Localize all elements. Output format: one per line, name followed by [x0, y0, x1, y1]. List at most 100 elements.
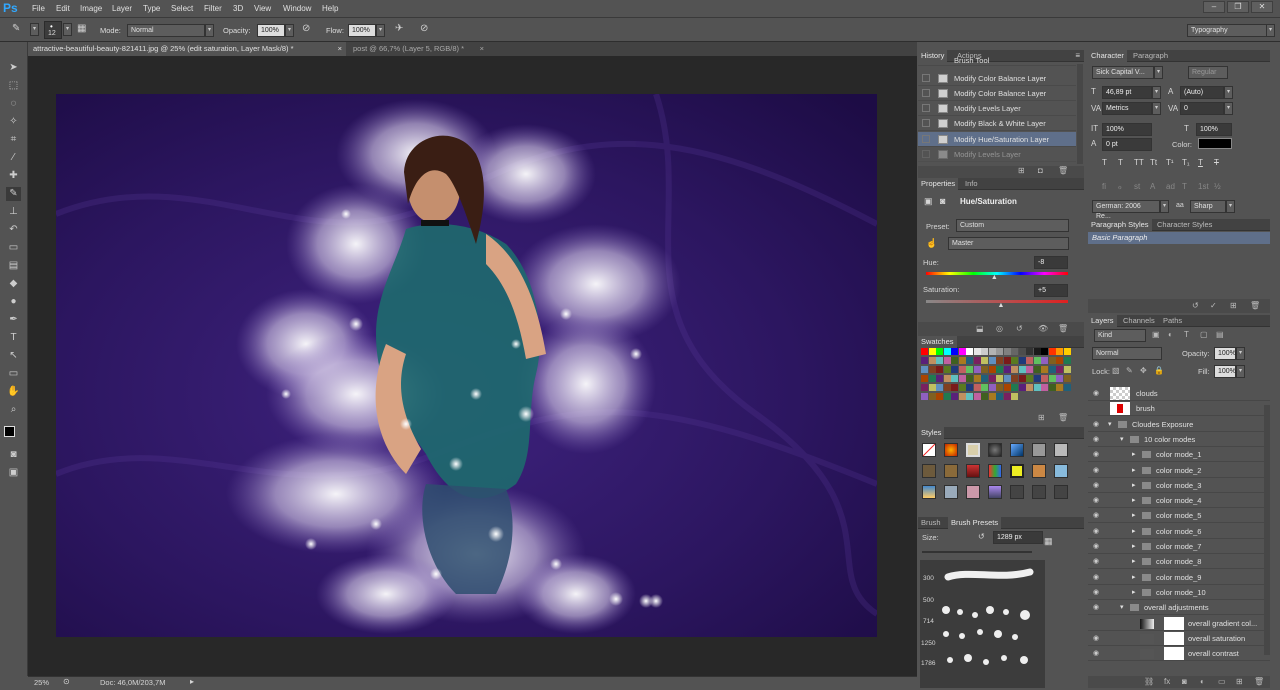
color-swatch[interactable] [1048, 357, 1056, 364]
color-swatch[interactable] [966, 366, 973, 373]
style-thumbnail[interactable] [1010, 443, 1024, 457]
group-expand-arrow-icon[interactable]: ▸ [1132, 447, 1136, 462]
history-checkbox[interactable] [922, 74, 930, 82]
lock-position-icon[interactable]: ✥ [1140, 366, 1147, 375]
style-thumbnail[interactable] [922, 485, 936, 499]
lock-pixels-icon[interactable]: ✎ [1126, 366, 1133, 375]
new-adjustment-icon[interactable]: ◐ [1200, 677, 1205, 686]
visibility-eye-icon[interactable]: ◉ [1093, 390, 1102, 397]
style-thumbnail[interactable] [966, 443, 980, 457]
color-swatch[interactable] [1033, 375, 1041, 382]
visibility-eye-icon[interactable] [1093, 620, 1102, 627]
style-thumbnail[interactable] [1054, 464, 1068, 478]
color-swatch[interactable] [1026, 366, 1033, 373]
clone-stamp-tool-icon[interactable]: ⊥ [6, 205, 21, 219]
visibility-eye-icon[interactable]: ◉ [1093, 528, 1102, 535]
clear-override-icon[interactable]: ↺ [1192, 301, 1199, 310]
flow-dropdown-arrow[interactable]: ▾ [376, 24, 385, 37]
filter-shape-icon[interactable]: ▢ [1200, 330, 1208, 339]
color-swatch[interactable] [966, 357, 973, 364]
color-swatch[interactable] [1026, 393, 1033, 400]
layer-row[interactable]: overall gradient col... [1088, 616, 1270, 631]
color-swatch[interactable] [1056, 393, 1063, 400]
menu-file[interactable]: File [32, 4, 45, 13]
color-swatch[interactable] [1056, 357, 1063, 364]
tracking-dropdown-arrow[interactable]: ▾ [1224, 102, 1233, 115]
group-expand-arrow-icon[interactable]: ▸ [1132, 570, 1136, 585]
history-checkbox[interactable] [922, 135, 930, 143]
color-swatch[interactable] [951, 348, 958, 355]
color-swatch[interactable] [936, 384, 943, 391]
history-item[interactable]: Modify Levels Layer [918, 147, 1076, 162]
link-layers-icon[interactable]: ⛓ [1144, 677, 1154, 686]
menu-help[interactable]: Help [322, 4, 338, 13]
fill-field[interactable]: 100% [1214, 365, 1236, 378]
stylistic-alternates-button[interactable]: A [1150, 182, 1155, 191]
color-swatch[interactable] [1041, 357, 1048, 364]
brush-panel-toggle-icon[interactable]: ▦ [1044, 536, 1053, 547]
foreground-color-swatch[interactable] [4, 426, 15, 437]
history-checkbox[interactable] [922, 119, 930, 127]
color-swatch[interactable] [1056, 348, 1063, 355]
tab-info[interactable]: Info [962, 178, 981, 190]
titling-button[interactable]: ad [1166, 182, 1175, 191]
color-swatch[interactable] [1011, 375, 1018, 382]
layer-mask-thumbnail[interactable] [1164, 616, 1184, 630]
history-checkbox[interactable] [922, 104, 930, 112]
style-thumbnail[interactable] [1032, 464, 1046, 478]
color-swatch[interactable] [921, 375, 928, 382]
group-expand-arrow-icon[interactable]: ▾ [1108, 417, 1112, 432]
brush-size-field[interactable]: 1289 px [993, 531, 1043, 544]
color-swatch[interactable] [1003, 384, 1011, 391]
layer-mask-thumbnail[interactable] [1164, 631, 1184, 645]
color-swatch[interactable] [1063, 366, 1071, 373]
color-swatch[interactable] [943, 366, 951, 373]
hue-field[interactable]: -8 [1034, 256, 1068, 269]
pressure-size-icon[interactable]: ⊘ [420, 23, 428, 34]
color-swatch[interactable] [981, 384, 988, 391]
color-swatch[interactable] [988, 348, 996, 355]
tab-styles[interactable]: Styles [918, 427, 945, 439]
language-select[interactable]: German: 2006 Re... [1092, 200, 1160, 220]
layer-filter-select[interactable]: Kind [1094, 329, 1146, 342]
menu-view[interactable]: View [254, 4, 271, 13]
font-size-field[interactable]: 46,89 pt [1102, 86, 1152, 99]
color-swatch[interactable] [1041, 366, 1048, 373]
style-thumbnail[interactable] [988, 485, 1002, 499]
fractions-button[interactable]: ½ [1214, 182, 1221, 191]
visibility-icon[interactable]: 👁 [1038, 324, 1048, 333]
color-swatch[interactable] [1048, 393, 1056, 400]
tab-paragraph-styles[interactable]: Paragraph Styles [1088, 219, 1152, 231]
color-swatch[interactable] [951, 393, 958, 400]
all-caps-button[interactable]: TT [1134, 158, 1144, 167]
color-swatch[interactable] [996, 393, 1003, 400]
tab-document-1[interactable]: attractive-beautiful-beauty-821411.jpg @… [28, 42, 346, 56]
layer-row[interactable]: ◉ ▾ 10 color modes [1088, 432, 1270, 447]
hand-tool-icon[interactable]: ✋ [6, 385, 21, 399]
leading-field[interactable]: (Auto) [1180, 86, 1224, 99]
mode-dropdown-arrow[interactable]: ▾ [205, 24, 214, 37]
color-swatch[interactable] [1063, 348, 1071, 355]
color-swatch[interactable] [988, 357, 996, 364]
tab-paragraph[interactable]: Paragraph [1130, 50, 1171, 62]
layers-scrollbar[interactable] [1264, 405, 1270, 655]
saturation-slider-thumb[interactable]: ▲ [998, 302, 1005, 309]
visibility-eye-icon[interactable]: ◉ [1093, 482, 1102, 489]
color-swatch[interactable] [921, 348, 928, 355]
visibility-eye-icon[interactable]: ◉ [1093, 604, 1102, 611]
subscript-button[interactable]: T₁ [1182, 158, 1190, 167]
menu-type[interactable]: Type [143, 4, 160, 13]
color-swatch[interactable] [958, 366, 966, 373]
saturation-field[interactable]: +5 [1034, 284, 1068, 297]
color-swatch[interactable] [1033, 393, 1041, 400]
close-tab-icon[interactable]: × [338, 42, 342, 56]
flow-field[interactable]: 100% [348, 24, 376, 37]
visibility-eye-icon[interactable] [1093, 405, 1102, 412]
visibility-eye-icon[interactable]: ◉ [1093, 635, 1102, 642]
color-swatch[interactable] [943, 357, 951, 364]
color-swatch[interactable] [1063, 393, 1071, 400]
crop-tool-icon[interactable]: ⌗ [6, 133, 21, 147]
add-mask-icon[interactable]: ◙ [1182, 677, 1187, 686]
color-swatch[interactable] [981, 357, 988, 364]
group-expand-arrow-icon[interactable]: ▾ [1120, 600, 1124, 615]
